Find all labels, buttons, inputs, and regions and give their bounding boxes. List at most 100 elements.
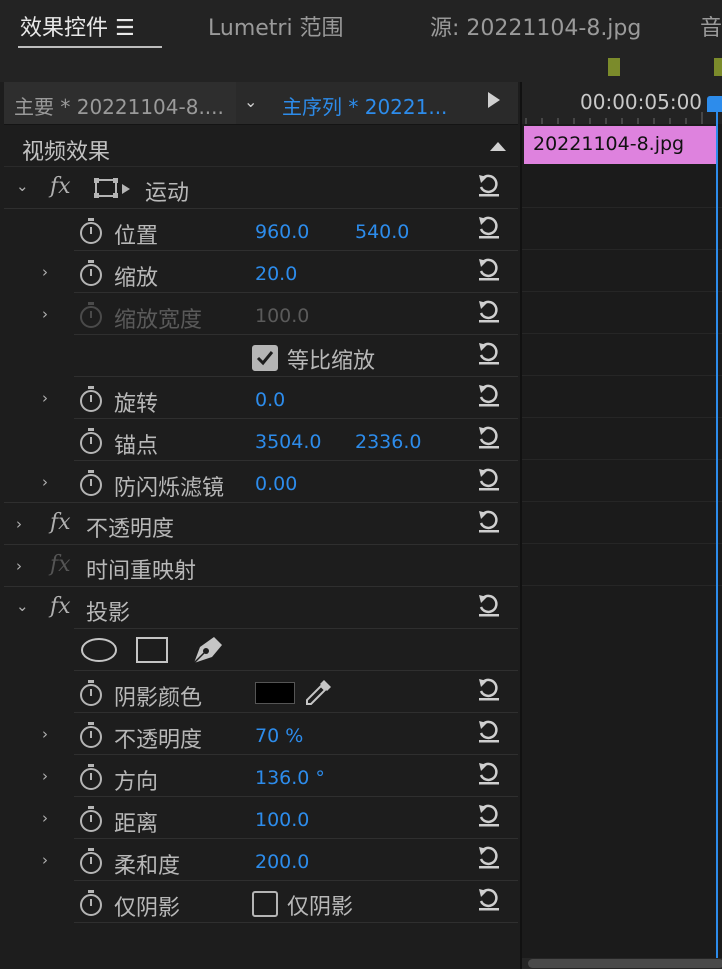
effect-timeline: 00:00:05:00 20221104-8.jpg [520,58,722,969]
property-shadow-color: 阴影颜色 [4,671,518,713]
effect-motion[interactable]: ⌄ fx 运动 [4,167,518,209]
play-triangle-icon[interactable] [488,92,500,108]
active-tab-indicator [18,46,162,48]
clip-bar[interactable]: 20221104-8.jpg [524,126,718,164]
reset-icon[interactable] [476,677,502,703]
anti-flicker-value[interactable]: 0.00 [255,473,297,495]
stopwatch-icon[interactable] [80,218,102,244]
fx-toggle-icon[interactable]: fx [50,174,71,199]
video-effects-header: 视频效果 [4,125,518,167]
distance-value[interactable]: 100.0 [255,809,309,831]
pen-mask-icon[interactable] [190,633,224,665]
stopwatch-icon[interactable] [80,764,102,790]
rectangle-mask-icon[interactable] [136,637,168,663]
checkmark-icon [256,351,274,366]
timecode-label: 00:00:05:00 [580,90,703,114]
stopwatch-icon[interactable] [80,260,102,286]
property-label: 方向 [114,770,159,795]
property-label: 仅阴影 [114,896,181,921]
reset-icon[interactable] [476,887,502,913]
tab-effect-controls[interactable]: 效果控件 ☰ [20,10,135,42]
marker-icon[interactable] [608,58,620,76]
time-ruler[interactable]: 00:00:05:00 [522,82,722,124]
chevron-right-icon[interactable]: › [42,851,48,869]
stopwatch-icon[interactable] [80,680,102,706]
reset-icon[interactable] [476,719,502,745]
property-label: 距离 [114,812,159,837]
stopwatch-icon[interactable] [80,806,102,832]
stopwatch-icon[interactable] [80,848,102,874]
reset-icon[interactable] [476,341,502,367]
reset-icon[interactable] [476,173,502,199]
sequence-name[interactable]: 主序列 * 20221... [282,91,447,120]
effect-drop-shadow[interactable]: ⌄ fx 投影 [4,587,518,629]
chevron-down-icon[interactable]: ⌄ [244,92,257,111]
stopwatch-icon[interactable] [80,428,102,454]
transform-box-icon[interactable] [94,178,132,200]
chevron-down-icon[interactable]: ⌄ [16,597,29,615]
anchor-y-value[interactable]: 2336.0 [355,431,421,453]
playhead-handle[interactable] [707,96,722,112]
anchor-x-value[interactable]: 3504.0 [255,431,321,453]
reset-icon[interactable] [476,761,502,787]
shadow-opacity-value[interactable]: 70 % [255,725,303,747]
playhead-line[interactable] [716,96,718,969]
reset-icon[interactable] [476,425,502,451]
position-y-value[interactable]: 540.0 [355,221,409,243]
collapse-up-icon[interactable] [490,141,506,151]
marker-icon[interactable] [714,58,722,76]
chevron-right-icon[interactable]: › [42,305,48,323]
horizontal-scrollbar[interactable] [522,958,722,969]
chevron-right-icon[interactable]: › [42,809,48,827]
reset-icon[interactable] [476,467,502,493]
property-label: 阴影颜色 [114,686,203,711]
tab-audio[interactable]: 音 [700,10,722,42]
softness-value[interactable]: 200.0 [255,851,309,873]
direction-value[interactable]: 136.0 ° [255,767,325,789]
scrollbar-thumb[interactable] [528,959,722,968]
tab-lumetri-scopes[interactable]: Lumetri 范围 [208,10,344,42]
chevron-right-icon[interactable]: › [16,515,22,533]
chevron-right-icon[interactable]: › [16,557,22,575]
property-uniform-scale: 等比缩放 [4,335,518,377]
fx-toggle-icon[interactable]: fx [50,594,71,619]
chevron-right-icon[interactable]: › [42,725,48,743]
color-swatch[interactable] [255,682,295,704]
stopwatch-icon [80,302,102,328]
scale-width-value: 100.0 [255,305,310,327]
chevron-right-icon[interactable]: › [42,473,48,491]
shadow-only-checkbox[interactable] [252,891,278,917]
stopwatch-icon[interactable] [80,722,102,748]
reset-icon[interactable] [476,215,502,241]
effect-name: 不透明度 [86,517,175,542]
property-rotation: › 旋转 0.0 [4,377,518,419]
chevron-right-icon[interactable]: › [42,389,48,407]
reset-icon[interactable] [476,845,502,871]
reset-icon[interactable] [476,383,502,409]
stopwatch-icon[interactable] [80,470,102,496]
master-clip-selector[interactable]: 主要 * 20221104-8.... [4,82,236,124]
reset-icon[interactable] [476,299,502,325]
property-softness: › 柔和度 200.0 [4,839,518,881]
chevron-down-icon[interactable]: ⌄ [16,177,29,195]
ellipse-mask-icon[interactable] [80,637,118,663]
eyedropper-icon[interactable] [302,677,334,709]
property-scale-width: › 缩放宽度 100.0 [4,293,518,335]
stopwatch-icon[interactable] [80,890,102,916]
fx-toggle-icon[interactable]: fx [50,510,71,535]
effect-opacity[interactable]: › fx 不透明度 [4,503,518,545]
reset-icon[interactable] [476,593,502,619]
chevron-right-icon[interactable]: › [42,263,48,281]
scale-value[interactable]: 20.0 [255,263,297,285]
reset-icon[interactable] [476,803,502,829]
reset-icon[interactable] [476,509,502,535]
stopwatch-icon[interactable] [80,386,102,412]
uniform-scale-checkbox[interactable] [252,345,278,371]
reset-icon[interactable] [476,257,502,283]
rotation-value[interactable]: 0.0 [255,389,285,411]
chevron-right-icon[interactable]: › [42,767,48,785]
effect-name: 时间重映射 [86,559,197,584]
position-x-value[interactable]: 960.0 [255,221,309,243]
tab-source[interactable]: 源: 20221104-8.jpg [430,10,641,42]
effect-time-remapping[interactable]: › fx 时间重映射 [4,545,518,587]
